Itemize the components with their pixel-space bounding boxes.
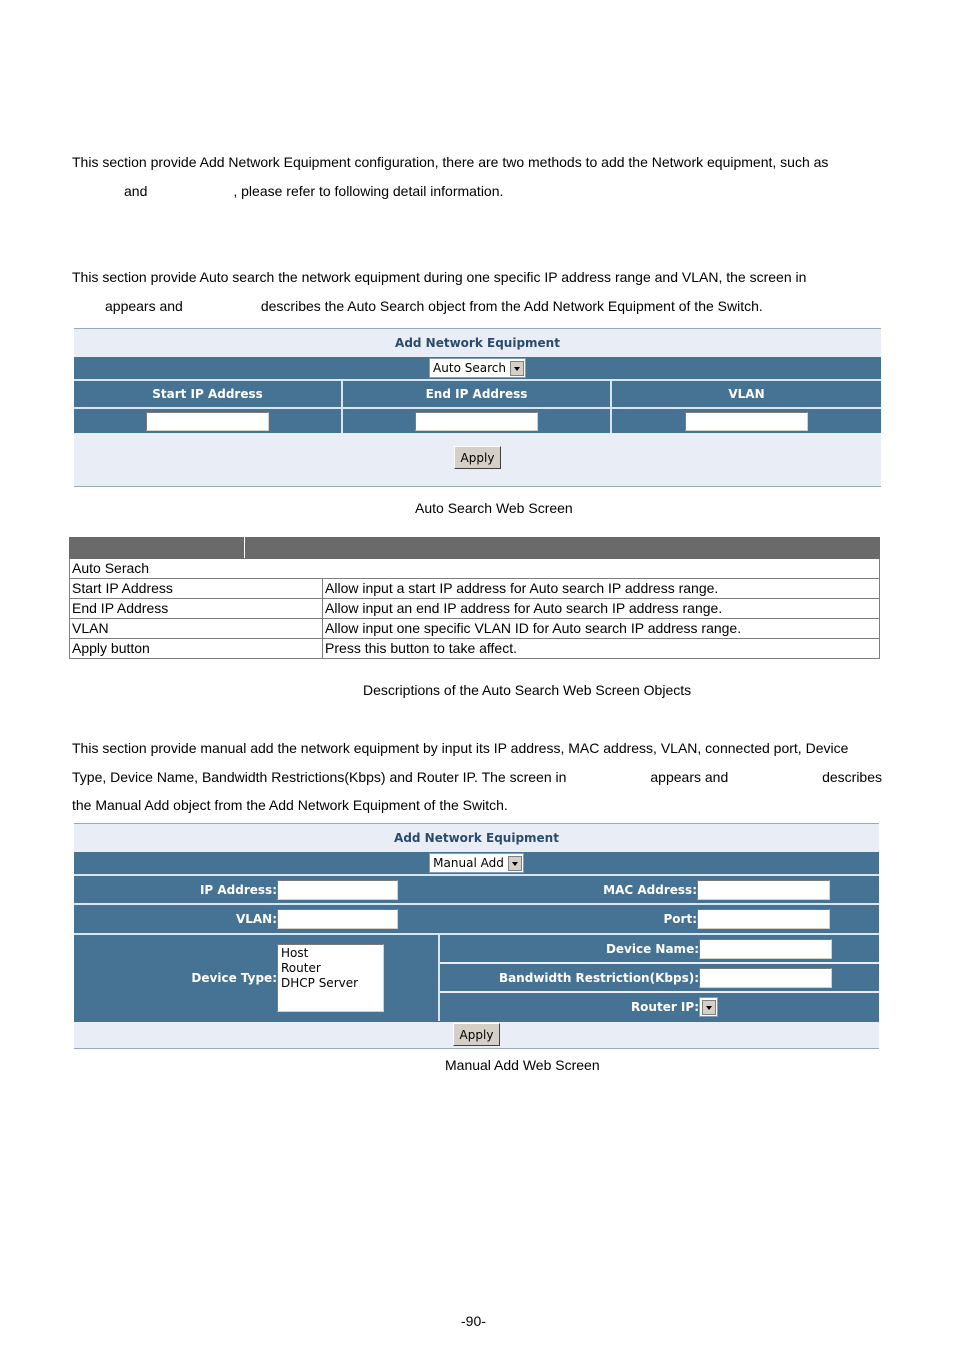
table-cell-description: Allow input an end IP address for Auto s…: [322, 598, 880, 619]
table-cell-description: Press this button to take affect.: [322, 638, 880, 659]
manual-intro-line-2-a: Type, Device Name, Bandwidth Restriction…: [72, 768, 567, 785]
ip-address-input[interactable]: [277, 879, 398, 900]
table-header-description: [244, 537, 880, 559]
table-row: Apply button Press this button to take a…: [68, 638, 880, 659]
mode-row: Manual Add: [74, 852, 879, 874]
vlan-input[interactable]: [277, 909, 398, 929]
manual-intro-line-2: Type, Device Name, Bandwidth Restriction…: [72, 763, 882, 792]
vlan-label: VLAN:: [235, 912, 277, 926]
port-label: Port:: [663, 912, 698, 926]
bandwidth-label: Bandwidth Restriction(Kbps):: [498, 970, 699, 985]
auto-search-screen: Add Network Equipment Auto Search Start …: [74, 328, 881, 487]
table-row: End IP Address Allow input an end IP add…: [68, 598, 880, 619]
mac-address-input[interactable]: [697, 879, 830, 900]
table-cell-object: Start IP Address: [68, 578, 324, 599]
page-number: -90-: [461, 1313, 486, 1329]
ip-address-label: IP Address:: [199, 882, 277, 897]
router-ip-row: Router IP:: [440, 993, 879, 1021]
manual-screen-caption: Manual Add Web Screen: [445, 1057, 600, 1073]
auto-screen-caption: Auto Search Web Screen: [415, 500, 573, 516]
column-header-row: Start IP Address End IP Address VLAN: [74, 379, 881, 407]
device-name-input[interactable]: [699, 938, 832, 959]
column-header-start-ip: Start IP Address: [74, 381, 343, 407]
start-ip-input[interactable]: [146, 411, 269, 431]
mode-select[interactable]: Auto Search: [429, 358, 526, 378]
ip-mac-row: IP Address: MAC Address:: [74, 874, 879, 903]
auto-intro-line-2-a: appears and: [105, 297, 183, 314]
apply-row: Apply: [74, 433, 881, 469]
auto-intro-paragraph: This section provide Auto search the net…: [72, 263, 806, 320]
intro-paragraph: This section provide Add Network Equipme…: [72, 148, 828, 205]
screen-title: Add Network Equipment: [394, 831, 559, 845]
auto-intro-line-2: appears and describes the Auto Search obj…: [72, 292, 806, 321]
vlan-port-row: VLAN: Port:: [74, 903, 879, 933]
port-input[interactable]: [697, 909, 830, 929]
mode-row: Auto Search: [74, 357, 881, 379]
manual-intro-line-3: the Manual Add object from the Add Netwo…: [72, 797, 508, 813]
end-ip-input[interactable]: [415, 411, 538, 431]
device-type-option[interactable]: Host: [281, 946, 380, 961]
auto-search-description-table: Auto Serach Start IP Address Allow input…: [68, 537, 880, 659]
auto-intro-line-1: This section provide Auto search the net…: [72, 269, 807, 285]
auto-intro-line-2-b: describes the Auto Search object from th…: [260, 297, 763, 314]
table-cell-description: Allow input one specific VLAN ID for Aut…: [322, 618, 880, 639]
intro-line-1: This section provide Add Network Equipme…: [72, 154, 829, 170]
screen-title: Add Network Equipment: [395, 336, 560, 350]
bandwidth-input[interactable]: [699, 967, 832, 988]
table-header-object: [69, 537, 245, 559]
router-ip-select[interactable]: [699, 997, 718, 1017]
table-row: Start IP Address Allow input a start IP …: [68, 578, 880, 599]
input-row: [74, 407, 881, 433]
device-right-cells: Device Name: Bandwidth Restriction(Kbps)…: [440, 935, 879, 1021]
column-header-end-ip: End IP Address: [343, 381, 612, 407]
device-type-option[interactable]: Router: [281, 961, 380, 976]
vlan-input[interactable]: [685, 411, 808, 431]
table-header-row: [69, 537, 880, 559]
intro-line-2: and , please refer to following detail in…: [72, 177, 828, 206]
manual-intro-line-1: This section provide manual add the netw…: [72, 740, 849, 756]
manual-add-screen: Add Network Equipment Manual Add IP Addr…: [74, 823, 879, 1049]
router-ip-label: Router IP:: [630, 1000, 699, 1014]
device-type-option[interactable]: DHCP Server: [281, 976, 380, 991]
intro-line-2-a: and: [124, 182, 148, 199]
column-header-vlan: VLAN: [728, 387, 765, 401]
chevron-down-icon[interactable]: [702, 999, 716, 1015]
table-cell-object: End IP Address: [68, 598, 324, 619]
mode-select-value: Auto Search: [433, 361, 506, 375]
table-cell-object: VLAN: [68, 618, 324, 639]
device-name-row: Device Name:: [440, 935, 879, 962]
device-type-cell: Device Type: Host Router DHCP Server: [74, 935, 440, 1021]
table-row: VLAN Allow input one specific VLAN ID fo…: [68, 618, 880, 639]
chevron-down-icon[interactable]: [509, 360, 524, 376]
device-name-label: Device Name:: [605, 941, 699, 956]
device-type-listbox[interactable]: Host Router DHCP Server: [277, 944, 384, 1012]
device-row: Device Type: Host Router DHCP Server Dev…: [74, 933, 879, 1021]
chevron-down-icon[interactable]: [507, 855, 522, 871]
manual-intro-line-2-b: appears and: [650, 768, 729, 785]
table-cell-object: Apply button: [68, 638, 324, 659]
auto-desc-caption: Descriptions of the Auto Search Web Scre…: [363, 682, 692, 698]
apply-button[interactable]: Apply: [453, 446, 502, 469]
apply-button[interactable]: Apply: [452, 1023, 501, 1046]
start-ip-cell: [74, 409, 343, 433]
device-type-label: Device Type:: [191, 971, 277, 985]
mode-select-value: Manual Add: [433, 856, 504, 870]
mode-select[interactable]: Manual Add: [429, 853, 524, 873]
manual-intro-paragraph: This section provide manual add the netw…: [72, 734, 882, 820]
table-group-label: Auto Serach: [69, 558, 880, 579]
manual-intro-line-2-c: describes: [822, 768, 882, 785]
end-ip-cell: [343, 409, 612, 433]
vlan-cell: [612, 409, 881, 433]
intro-line-2-b: , please refer to following detail infor…: [233, 182, 504, 199]
apply-row: Apply: [74, 1021, 879, 1046]
table-cell-description: Allow input a start IP address for Auto …: [322, 578, 880, 599]
bandwidth-row: Bandwidth Restriction(Kbps):: [440, 964, 879, 991]
mac-address-label: MAC Address:: [603, 882, 697, 897]
table-group-row: Auto Serach: [69, 558, 880, 579]
